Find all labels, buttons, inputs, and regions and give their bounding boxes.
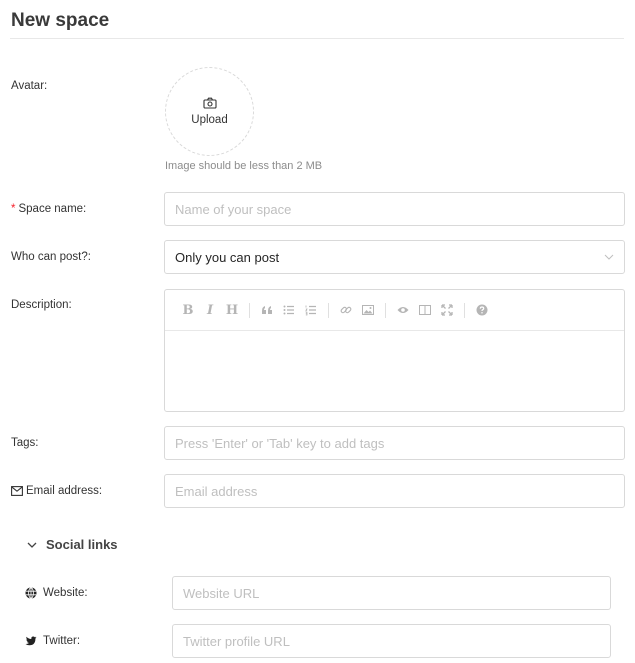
website-label-text: Website: — [43, 587, 88, 599]
toolbar-separator — [328, 302, 329, 318]
who-can-post-label: Who can post?: — [11, 251, 91, 263]
bold-icon[interactable]: B — [177, 299, 199, 321]
space-name-label-text: Space name: — [18, 203, 87, 215]
help-icon[interactable] — [471, 299, 493, 321]
email-placeholder: Email address — [175, 483, 258, 499]
twitter-input[interactable]: Twitter profile URL — [172, 624, 611, 658]
tags-input[interactable]: Press 'Enter' or 'Tab' key to add tags — [164, 426, 625, 460]
title-divider — [10, 38, 624, 39]
website-placeholder: Website URL — [183, 585, 260, 601]
link-icon[interactable] — [335, 299, 357, 321]
email-label-text: Email address: — [26, 485, 103, 497]
fullscreen-icon[interactable] — [436, 299, 458, 321]
description-editor[interactable]: B I H — [164, 289, 625, 412]
italic-icon[interactable]: I — [199, 299, 221, 321]
toolbar-separator — [249, 302, 250, 318]
camera-icon — [202, 97, 217, 109]
toolbar-separator — [464, 302, 465, 318]
side-by-side-icon[interactable] — [414, 299, 436, 321]
social-links-toggle[interactable]: Social links — [27, 537, 118, 552]
twitter-icon — [25, 636, 37, 646]
chevron-down-icon — [604, 254, 614, 260]
page-title: New space — [11, 10, 110, 31]
website-input[interactable]: Website URL — [172, 576, 611, 610]
mail-icon — [11, 486, 23, 496]
who-can-post-value: Only you can post — [175, 249, 280, 265]
ordered-list-icon[interactable] — [300, 299, 322, 321]
twitter-label-text: Twitter: — [43, 635, 81, 647]
description-label: Description: — [11, 299, 72, 311]
unordered-list-icon[interactable] — [278, 299, 300, 321]
quote-icon[interactable] — [256, 299, 278, 321]
avatar-hint: Image should be less than 2 MB — [165, 160, 323, 172]
website-label: Website: — [25, 587, 88, 599]
heading-icon[interactable]: H — [221, 299, 243, 321]
preview-icon[interactable] — [392, 299, 414, 321]
toolbar-separator — [385, 302, 386, 318]
upload-label: Upload — [191, 114, 228, 126]
required-mark: * — [11, 203, 16, 215]
avatar-upload-button[interactable]: Upload — [165, 67, 254, 156]
globe-icon — [25, 587, 37, 599]
space-name-placeholder: Name of your space — [175, 201, 292, 217]
email-label: Email address: — [11, 485, 102, 497]
twitter-placeholder: Twitter profile URL — [183, 633, 290, 649]
avatar-label: Avatar: — [11, 80, 48, 92]
chevron-down-icon — [27, 542, 37, 548]
email-input[interactable]: Email address — [164, 474, 625, 508]
editor-toolbar: B I H — [165, 290, 624, 331]
space-name-label: * Space name: — [11, 203, 86, 215]
editor-text-area[interactable] — [165, 331, 624, 411]
social-links-label: Social links — [46, 537, 118, 552]
tags-label: Tags: — [11, 437, 39, 449]
space-name-input[interactable]: Name of your space — [164, 192, 625, 226]
tags-placeholder: Press 'Enter' or 'Tab' key to add tags — [175, 435, 385, 451]
image-icon[interactable] — [357, 299, 379, 321]
who-can-post-select[interactable]: Only you can post — [164, 240, 625, 274]
twitter-label: Twitter: — [25, 635, 80, 647]
